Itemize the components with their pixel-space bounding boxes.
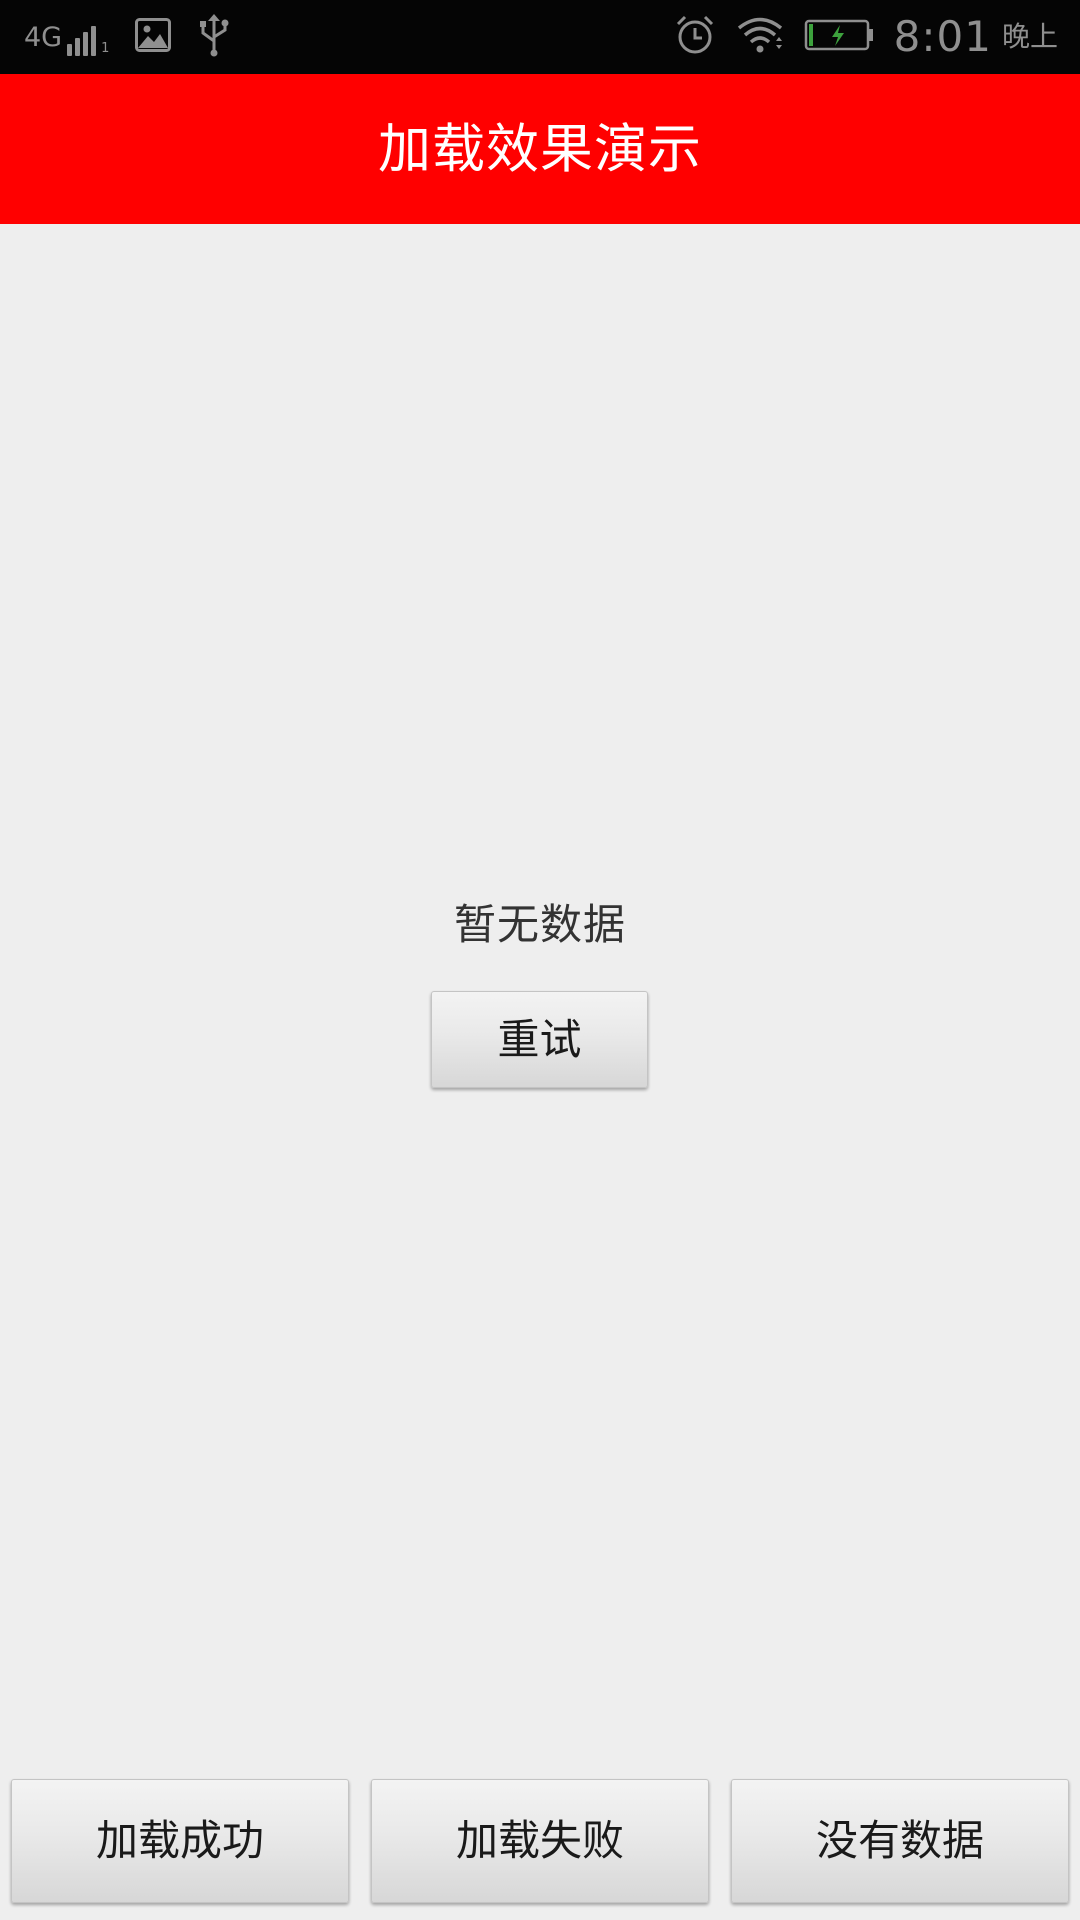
battery-charging-icon — [804, 18, 874, 56]
sim-slot-label: 1 — [101, 41, 110, 56]
bottom-button-bar: 加载成功 加载失败 没有数据 — [0, 1776, 1080, 1920]
page-title: 加载效果演示 — [378, 118, 702, 180]
signal-bar — [83, 32, 89, 56]
gallery-icon — [135, 18, 172, 56]
usb-icon — [197, 13, 231, 61]
load-success-button[interactable]: 加载成功 — [11, 1779, 349, 1903]
wifi-icon — [736, 15, 784, 59]
network-type-label: 4G — [24, 21, 63, 53]
no-data-button[interactable]: 没有数据 — [731, 1779, 1069, 1903]
empty-state-text: 暂无数据 — [453, 900, 626, 949]
signal-bar — [91, 26, 97, 56]
app-screen: 4G 1 8:01 晚上 加载效果演示 暂无数据 重试 加载成功 加载失败 没有… — [0, 0, 1080, 1920]
load-failure-button[interactable]: 加载失败 — [371, 1779, 709, 1903]
retry-button[interactable]: 重试 — [431, 991, 648, 1088]
status-left: 4G 1 — [24, 0, 231, 74]
signal-bar — [67, 44, 73, 56]
clock-time: 8:01 — [893, 12, 992, 61]
signal-bar — [75, 38, 81, 56]
clock-period: 晚上 — [1001, 20, 1058, 53]
alarm-icon — [674, 14, 716, 60]
status-right: 8:01 晚上 — [674, 0, 1058, 74]
app-bar: 加载效果演示 — [0, 74, 1080, 224]
status-bar: 4G 1 8:01 晚上 — [0, 0, 1080, 74]
signal-indicator: 4G 1 — [24, 18, 109, 56]
